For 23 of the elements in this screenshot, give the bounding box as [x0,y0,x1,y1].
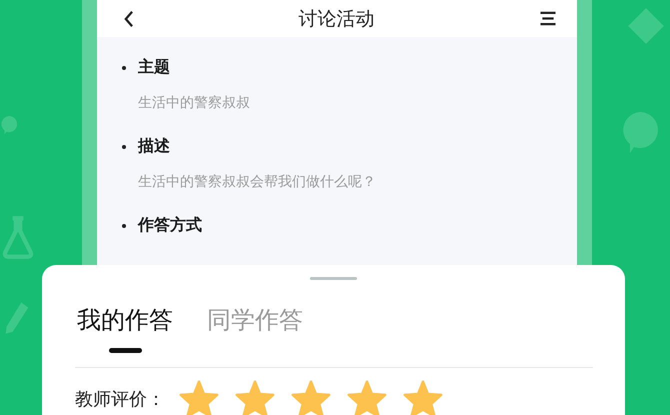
tab[interactable]: 我的作答 [77,304,173,336]
star-icon [235,380,275,415]
bullet-dot [122,224,126,228]
star-icon [347,380,387,415]
drag-handle[interactable] [310,277,357,280]
star-icon [291,380,331,415]
section-heading: 主题 [138,57,170,78]
star-icon [403,380,443,415]
rating-label: 教师评价： [75,388,165,411]
section-heading: 作答方式 [138,215,202,236]
section-text: 生活中的警察叔叔会帮我们做什么呢？ [138,173,377,191]
pencil-icon [4,300,30,336]
page-title: 讨论活动 [298,6,374,32]
section-heading: 描述 [138,136,170,157]
section-text: 生活中的警察叔叔 [138,94,251,112]
menu-icon[interactable] [539,11,557,26]
flask-icon [2,215,34,260]
tab-indicator [108,348,142,353]
back-icon[interactable] [123,10,134,28]
speech-bubble-icon [620,110,660,154]
star-icon [179,380,219,415]
bullet-dot [122,144,126,148]
bullet-dot [122,66,126,70]
